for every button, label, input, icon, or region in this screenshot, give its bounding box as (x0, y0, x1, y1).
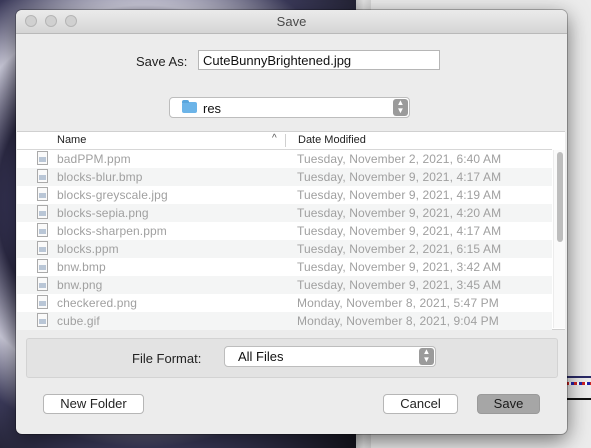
save-dialog: Save Save As: res ▲▼ Name ^ Date Modifie… (16, 10, 567, 434)
file-date: Monday, November 8, 2021, 9:04 PM (297, 314, 499, 328)
file-icon (37, 223, 48, 237)
file-name: checkered.png (57, 296, 138, 310)
file-icon (37, 241, 48, 255)
file-format-value: All Files (238, 349, 284, 364)
file-date: Tuesday, November 9, 2021, 4:17 AM (297, 224, 502, 238)
file-date: Monday, November 8, 2021, 5:47 PM (297, 296, 499, 310)
file-date: Tuesday, November 2, 2021, 6:15 AM (297, 242, 502, 256)
background-lines (566, 376, 591, 400)
file-name: bnw.png (57, 278, 103, 292)
file-date: Tuesday, November 9, 2021, 3:42 AM (297, 260, 502, 274)
list-item[interactable]: bnw.png Tuesday, November 9, 2021, 3:45 … (17, 276, 552, 294)
list-item[interactable]: cube.gif Monday, November 8, 2021, 9:04 … (17, 312, 552, 330)
file-list: Name ^ Date Modified badPPM.ppm Tuesday,… (17, 131, 565, 330)
file-format-label: File Format: (132, 351, 202, 366)
scrollbar-thumb[interactable] (557, 152, 563, 242)
list-item[interactable]: badPPM.ppm Tuesday, November 2, 2021, 6:… (17, 150, 552, 168)
file-name: blocks-sharpen.ppm (57, 224, 167, 238)
file-name: blocks-sepia.png (57, 206, 149, 220)
list-item[interactable]: checkered.png Monday, November 8, 2021, … (17, 294, 552, 312)
file-date: Tuesday, November 9, 2021, 3:45 AM (297, 278, 502, 292)
folder-popup[interactable]: res ▲ ▼ (169, 97, 410, 118)
cancel-button[interactable]: Cancel (383, 394, 458, 414)
folder-name: res (203, 101, 222, 116)
title-bar: Save (16, 10, 567, 34)
popup-arrows-icon: ▲ ▼ (419, 348, 434, 365)
save-as-input[interactable] (198, 50, 440, 70)
list-item[interactable]: blocks-sepia.png Tuesday, November 9, 20… (17, 204, 552, 222)
sort-ascending-icon: ^ (272, 133, 277, 144)
file-date: Tuesday, November 2, 2021, 6:40 AM (297, 152, 502, 166)
file-icon (37, 295, 48, 309)
popup-arrows-icon: ▲ ▼ (393, 99, 408, 116)
list-header: Name ^ Date Modified (17, 132, 552, 150)
file-date: Tuesday, November 9, 2021, 4:17 AM (297, 170, 502, 184)
list-item[interactable]: bnw.bmp Tuesday, November 9, 2021, 3:42 … (17, 258, 552, 276)
file-name: cube.gif (57, 314, 100, 328)
save-button[interactable]: Save (477, 394, 540, 414)
column-header-name[interactable]: Name (57, 134, 86, 146)
file-name: blocks.ppm (57, 242, 119, 256)
dialog-title: Save (276, 14, 307, 29)
list-item[interactable]: blocks-sharpen.ppm Tuesday, November 9, … (17, 222, 552, 240)
file-format-popup[interactable]: All Files ▲ ▼ (224, 346, 436, 367)
list-item[interactable]: blocks-blur.bmp Tuesday, November 9, 202… (17, 168, 552, 186)
vertical-scrollbar[interactable] (553, 150, 565, 328)
column-divider[interactable] (285, 134, 286, 147)
file-icon (37, 151, 48, 165)
file-icon (37, 277, 48, 291)
file-icon (37, 169, 48, 183)
file-name: bnw.bmp (57, 260, 106, 274)
new-folder-button[interactable]: New Folder (43, 394, 144, 414)
file-icon (37, 205, 48, 219)
save-as-label: Save As: (136, 54, 188, 69)
file-name: blocks-blur.bmp (57, 170, 143, 184)
file-date: Tuesday, November 9, 2021, 4:19 AM (297, 188, 502, 202)
file-date: Tuesday, November 9, 2021, 4:20 AM (297, 206, 502, 220)
column-header-date-modified[interactable]: Date Modified (298, 134, 366, 146)
file-name: blocks-greyscale.jpg (57, 188, 168, 202)
file-icon (37, 259, 48, 273)
file-icon (37, 187, 48, 201)
file-icon (37, 313, 48, 327)
list-item[interactable]: blocks-greyscale.jpg Tuesday, November 9… (17, 186, 552, 204)
file-name: badPPM.ppm (57, 152, 131, 166)
list-item[interactable]: blocks.ppm Tuesday, November 2, 2021, 6:… (17, 240, 552, 258)
folder-icon (182, 100, 197, 113)
